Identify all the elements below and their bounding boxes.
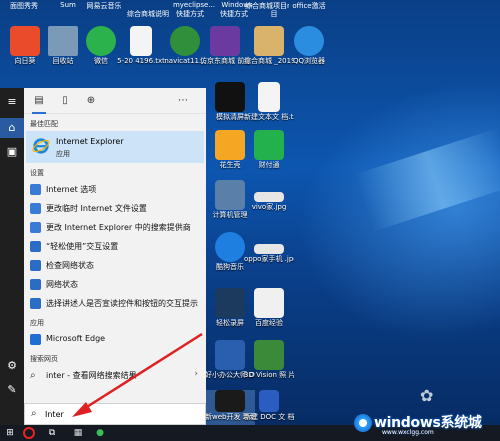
cmd-icon [215, 82, 245, 112]
kugou-icon [215, 232, 245, 262]
computer-mgmt-icon [215, 180, 245, 210]
search-results-panel: ▤ ▯ ⊕ ⋯ 最佳匹配 Internet Explorer 应用 设置 Int… [24, 88, 206, 425]
search-input[interactable] [45, 408, 195, 421]
settings-item-check-network[interactable]: 检查网络状态 [24, 256, 206, 275]
internet-options-icon [30, 184, 41, 195]
qq-browser-icon [294, 26, 324, 56]
browser-icon[interactable]: ● [92, 427, 108, 439]
web-tab-icon[interactable]: ⊕ [84, 94, 98, 108]
task-view-icon[interactable]: ⧉ [44, 427, 60, 439]
image-icon [254, 192, 284, 202]
top-label[interactable]: 目 [252, 9, 296, 19]
search-box[interactable]: ⌕ [24, 403, 206, 425]
settings-item-search-provider[interactable]: 更改 Internet Explorer 中的搜索提供商 [24, 218, 206, 237]
more-options-icon[interactable]: ⋯ [176, 94, 190, 108]
settings-item-ease-of-access[interactable]: “轻松使用”交互设置 [24, 237, 206, 256]
windows-logo-icon[interactable]: ⊞ [2, 427, 18, 439]
home-icon[interactable]: ⌂ [0, 118, 24, 138]
search-icon: ⌕ [30, 370, 36, 381]
cortana-search-button[interactable] [23, 427, 35, 439]
desktop-icon-3dvision[interactable]: 3D Vision 照 片查看器 [244, 340, 294, 396]
doc-icon [259, 390, 279, 412]
settings-item-narrator[interactable]: 选择讲述人是否宣读控件和按钮的交互提示 [24, 294, 206, 313]
settings-item-temp-files[interactable]: 更改临时 Internet 文件设置 [24, 199, 206, 218]
screen-record-icon [215, 288, 245, 318]
internet-options-icon [30, 222, 41, 233]
avatar-icon [254, 26, 284, 56]
recycle-bin-icon [48, 26, 78, 56]
desktop-icon-vivo-jpg[interactable]: vivo家.jpg [244, 180, 294, 236]
desktop-icon-qq-browser[interactable]: QQ浏览器 [284, 26, 334, 82]
network-icon [30, 260, 41, 271]
store-icon[interactable]: ▦ [70, 427, 86, 439]
settings-item-network-status[interactable]: 网络状态 [24, 275, 206, 294]
network-icon [30, 279, 41, 290]
best-match-header: 最佳匹配 [30, 120, 58, 128]
chevron-right-icon[interactable]: › [194, 369, 198, 379]
top-label[interactable]: 网易云音乐 [82, 1, 126, 11]
documents-tab-icon[interactable]: ▯ [58, 94, 72, 108]
web-search-item[interactable]: ⌕ inter - 查看网络搜索结果 › [24, 366, 206, 385]
top-label[interactable]: 面图秀秀 [2, 1, 46, 11]
feedback-icon[interactable]: ✎ [0, 380, 24, 400]
notebook-icon[interactable]: ▣ [0, 142, 24, 162]
image-icon [254, 244, 284, 254]
best-match-item[interactable]: Internet Explorer 应用 [26, 131, 204, 163]
desktop-icon-oppo-jpg[interactable]: oppo家手机 .jpg [244, 232, 294, 288]
text-file-icon [130, 26, 152, 56]
3dvision-icon [254, 340, 284, 370]
watermark-url: www.wxclgg.com [382, 429, 434, 436]
desktop-icon-new-doc[interactable]: 新建 DOC 文 档 [244, 390, 294, 425]
watermark-logo-icon [354, 414, 372, 432]
best-match-title: Internet Explorer [56, 137, 124, 146]
desktop-icon-rar[interactable]: 仿京东商城 前台代码 [200, 26, 250, 82]
terminal-icon [215, 390, 245, 412]
settings-item-internet-options[interactable]: Internet 选项 [24, 180, 206, 199]
apps-header: 应用 [30, 319, 44, 327]
app-item-edge[interactable]: Microsoft Edge [24, 330, 206, 349]
top-row-labels: 面图秀秀 Sum 网易云音乐 myeclipse... Windows 综合商城… [0, 0, 500, 18]
tenpay-icon [254, 130, 284, 160]
internet-explorer-icon [32, 138, 50, 154]
settings-gear-icon[interactable]: ⚙ [0, 356, 24, 376]
paw-watermark-icon: ✿ [420, 386, 434, 405]
best-match-subtitle: 应用 [56, 150, 70, 158]
top-label[interactable]: 快捷方式 [212, 9, 256, 19]
edge-icon [30, 334, 41, 345]
all-results-tab-icon[interactable]: ▤ [32, 94, 46, 114]
top-label[interactable]: myeclipse... [172, 1, 216, 9]
hamburger-menu-icon[interactable]: ≡ [0, 92, 24, 112]
rar-icon [210, 26, 240, 56]
watermark: windows系统城 www.wxclgg.com [352, 410, 497, 440]
desktop-icon-baidu[interactable]: 百度经验 [244, 288, 294, 344]
ease-of-access-icon [30, 241, 41, 252]
baidu-icon [254, 288, 284, 318]
narrator-icon [30, 298, 41, 309]
search-filter-bar: ▤ ▯ ⊕ ⋯ [24, 88, 206, 114]
start-rail: ≡ ⌂ ▣ ⚙ ✎ [0, 88, 24, 425]
settings-header: 设置 [30, 169, 44, 177]
text-file-icon [258, 82, 280, 112]
top-label[interactable]: 综合商城说明 [126, 9, 170, 19]
top-label[interactable]: 快捷方式 [168, 9, 212, 19]
wechat-icon [86, 26, 116, 56]
sunflower-icon [10, 26, 40, 56]
navicat-icon [170, 26, 200, 56]
search-icon: ⌕ [31, 408, 37, 419]
desktop-icon-text-file[interactable]: 5-20 4196.txt [116, 26, 166, 82]
desktop-icon-tenpay[interactable]: 财付通 [244, 130, 294, 186]
web-search-header: 搜索网页 [30, 355, 58, 363]
officebox-icon [215, 340, 245, 370]
internet-options-icon [30, 203, 41, 214]
peanut-icon [215, 130, 245, 160]
